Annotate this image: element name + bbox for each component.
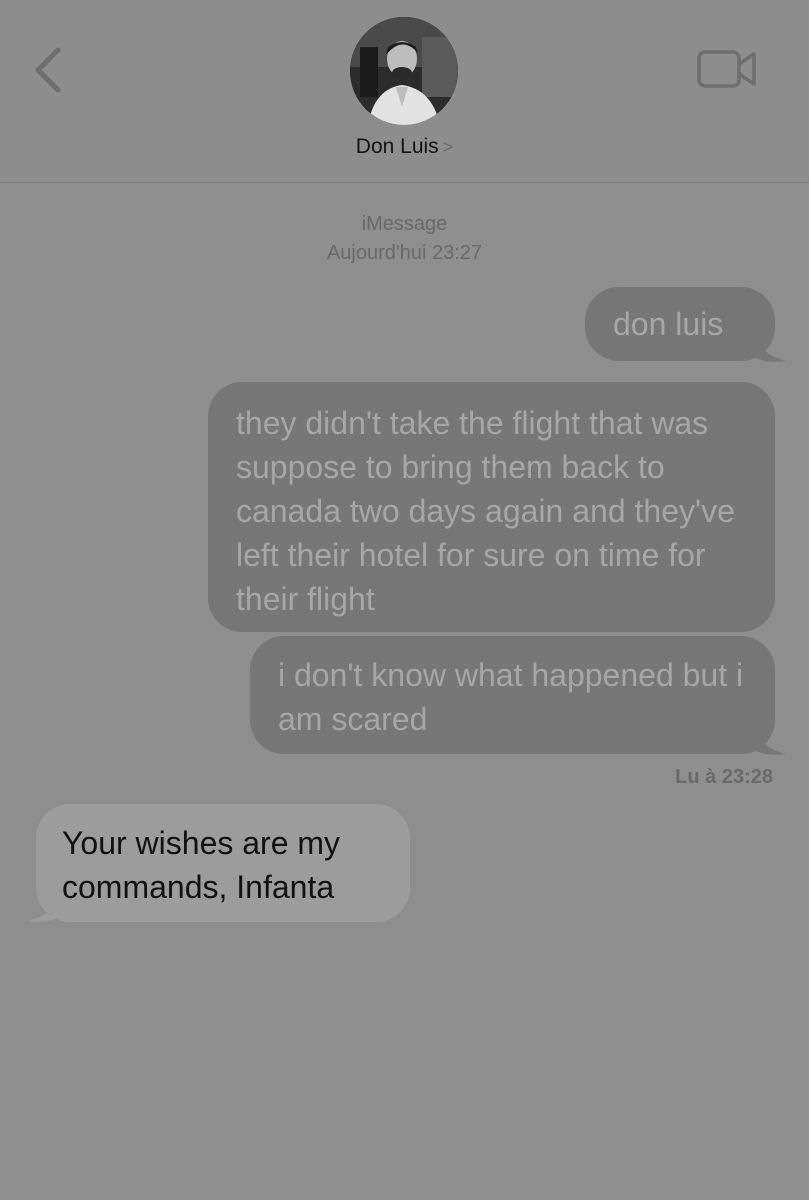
message-text: don luis: [613, 306, 724, 342]
contact-name-button[interactable]: Don Luis >: [0, 135, 809, 159]
thread-timestamp: Aujourd'hui 23:27: [326, 242, 483, 264]
bubble-tail: [28, 884, 62, 922]
video-camera-icon: [697, 50, 756, 88]
message-text: i don't know what happened but i am scar…: [278, 657, 744, 737]
message-text: Your wishes are my commands, Infanta: [62, 825, 341, 905]
avatar-photo: [350, 17, 458, 125]
outgoing-message-bubble[interactable]: don luis: [585, 287, 775, 361]
chevron-left-icon: [35, 47, 61, 93]
read-receipt: Lu à 23:28: [675, 766, 773, 788]
conversation-header: Don Luis >: [0, 0, 809, 183]
contact-avatar[interactable]: [350, 17, 458, 125]
bubble-tail: [752, 717, 786, 755]
incoming-message-bubble[interactable]: Your wishes are my commands, Infanta: [36, 804, 410, 922]
contact-name: Don Luis: [355, 135, 439, 158]
chevron-right-icon: >: [442, 137, 454, 157]
message-text: they didn't take the flight that was sup…: [236, 405, 735, 617]
video-call-button[interactable]: [696, 46, 760, 94]
bubble-tail: [752, 324, 786, 362]
service-label: iMessage: [361, 213, 448, 235]
back-button[interactable]: [26, 40, 74, 100]
outgoing-message-bubble[interactable]: i don't know what happened but i am scar…: [250, 636, 775, 754]
outgoing-message-bubble[interactable]: they didn't take the flight that was sup…: [208, 382, 775, 632]
